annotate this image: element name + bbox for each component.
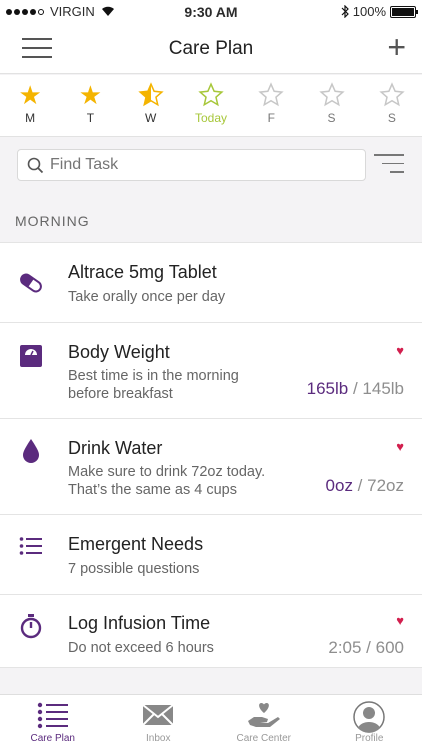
task-title: Log Infusion Time xyxy=(68,613,211,633)
task-description: 7 possible questions xyxy=(68,561,200,577)
favorite-heart-icon[interactable]: ♥ xyxy=(396,343,404,358)
tab-inbox[interactable]: Inbox xyxy=(106,695,212,750)
tab-label: Care Plan xyxy=(30,733,75,744)
task-row-emergent-needs[interactable]: Emergent Needs 7 possible questions xyxy=(0,514,422,594)
day-label: S xyxy=(387,111,396,125)
task-title: Emergent Needs xyxy=(68,534,204,554)
day-label: S xyxy=(327,111,336,125)
current-value: 0oz xyxy=(325,476,353,495)
day-saturday[interactable]: S xyxy=(301,75,361,136)
favorite-heart-icon[interactable]: ♥ xyxy=(396,439,404,454)
task-row-drink-water[interactable]: Drink Water ♥ Make sure to drink 72oz to… xyxy=(0,418,422,514)
water-drop-icon xyxy=(18,438,44,464)
current-value: 165lb xyxy=(306,379,349,398)
bottom-tab-bar: Care Plan Inbox Care Center Profile xyxy=(0,694,422,750)
task-description: Take orally once per day xyxy=(68,289,226,305)
task-title: Altrace 5mg Tablet xyxy=(68,262,217,282)
task-description: Do not exceed 6 hours xyxy=(68,640,214,656)
day-tuesday[interactable]: ★ T xyxy=(60,75,120,136)
day-sunday[interactable]: S xyxy=(362,75,422,136)
hand-heart-icon xyxy=(247,703,280,727)
task-row-altrace[interactable]: Altrace 5mg Tablet Take orally once per … xyxy=(0,242,422,322)
task-progress-value: 2:05 / 600 xyxy=(328,638,404,657)
day-wednesday[interactable]: W xyxy=(121,75,181,136)
scale-icon xyxy=(18,343,44,369)
filter-icon[interactable] xyxy=(374,154,404,176)
target-value: / 72oz xyxy=(352,476,404,495)
tab-profile[interactable]: Profile xyxy=(317,695,422,750)
envelope-icon xyxy=(142,704,174,726)
search-bar xyxy=(0,137,422,195)
task-description: Make sure to drink 72oz today. That’s th… xyxy=(68,464,266,498)
battery-icon xyxy=(390,5,418,18)
section-header-morning: MORNING xyxy=(15,213,90,229)
star-half-icon xyxy=(138,82,164,107)
bluetooth-icon xyxy=(341,5,349,18)
list-icon xyxy=(18,533,44,559)
day-friday[interactable]: F xyxy=(241,75,301,136)
task-row-log-infusion-time[interactable]: Log Infusion Time ♥ Do not exceed 6 hour… xyxy=(0,594,422,668)
favorite-heart-icon[interactable]: ♥ xyxy=(396,613,404,628)
page-title: Care Plan xyxy=(168,38,254,59)
task-title: Drink Water xyxy=(68,438,163,458)
day-today[interactable]: Today xyxy=(181,75,241,136)
target-value: / 145lb xyxy=(348,379,404,398)
week-rating-strip: ★ M ★ T W Today F S S xyxy=(0,75,422,137)
tab-label: Care Center xyxy=(236,733,291,744)
pill-icon xyxy=(18,270,44,296)
user-avatar-icon xyxy=(353,701,385,733)
star-filled-icon: ★ xyxy=(78,80,103,110)
list-icon xyxy=(37,702,68,729)
search-input[interactable] xyxy=(50,154,350,176)
day-label: F xyxy=(267,111,275,125)
star-outline-icon xyxy=(379,82,405,107)
task-title: Body Weight xyxy=(68,342,170,362)
task-progress-value: 0oz / 72oz xyxy=(326,476,404,496)
timer-icon xyxy=(18,613,44,639)
search-field[interactable] xyxy=(17,149,366,181)
star-outline-icon xyxy=(198,82,224,107)
day-label: M xyxy=(25,111,36,125)
task-row-body-weight[interactable]: Body Weight ♥ Best time is in the mornin… xyxy=(0,322,422,418)
tab-care-center[interactable]: Care Center xyxy=(211,695,317,750)
tab-label: Profile xyxy=(355,733,384,744)
day-monday[interactable]: ★ M xyxy=(0,75,60,136)
day-label: T xyxy=(86,111,95,125)
add-task-button[interactable]: + xyxy=(387,30,406,64)
star-outline-icon xyxy=(318,82,345,107)
navigation-bar: Care Plan + xyxy=(0,24,422,74)
tab-label: Inbox xyxy=(146,733,171,744)
task-progress-value: 165lb / 145lb xyxy=(307,379,404,399)
star-filled-icon: ★ xyxy=(18,80,42,110)
task-list: Altrace 5mg Tablet Take orally once per … xyxy=(0,242,422,668)
day-label: Today xyxy=(194,111,227,125)
tab-care-plan[interactable]: Care Plan xyxy=(0,695,106,750)
search-icon xyxy=(27,157,44,174)
task-description: Best time is in the morning before break… xyxy=(68,368,239,402)
battery-percent: 100% xyxy=(352,4,386,19)
star-outline-icon xyxy=(258,82,284,107)
day-label: W xyxy=(145,111,157,125)
status-bar: VIRGIN 9:30 AM 100% xyxy=(0,0,422,24)
